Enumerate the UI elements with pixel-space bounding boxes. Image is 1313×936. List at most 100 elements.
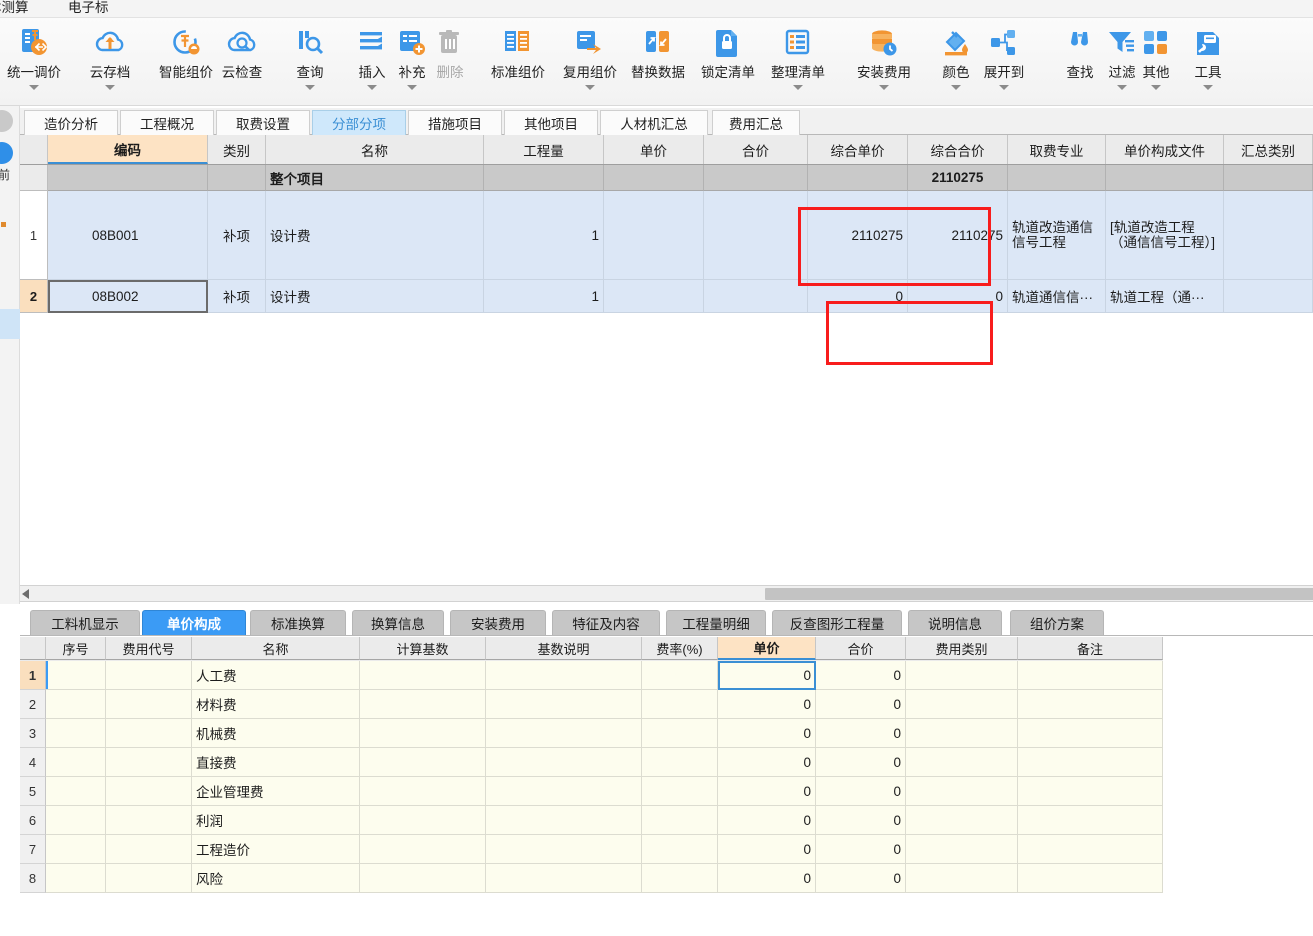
ribbon-button-工具[interactable]: 工具 bbox=[1170, 22, 1246, 104]
chevron-down-icon[interactable] bbox=[879, 85, 889, 90]
detail-cell-unit_price[interactable]: 0 bbox=[718, 661, 816, 690]
cell-price_file[interactable]: 轨道工程（通··· bbox=[1106, 280, 1224, 313]
table-row[interactable]: 6 利润 0 0 bbox=[20, 806, 1163, 835]
table-row[interactable]: 整个项目 2110275 bbox=[20, 165, 1313, 191]
cell-total_price[interactable] bbox=[704, 280, 808, 313]
detail-cell-base_desc[interactable] bbox=[486, 690, 642, 719]
detail-cell-remark[interactable] bbox=[1018, 806, 1163, 835]
table-row[interactable]: 2 材料费 0 0 bbox=[20, 690, 1163, 719]
detail-cell-remark[interactable] bbox=[1018, 864, 1163, 893]
cell-category[interactable]: 补项 bbox=[208, 280, 266, 313]
cell-price_file[interactable]: [轨道改造工程（通信信号工程）] bbox=[1106, 191, 1224, 280]
detail-cell-fee_category[interactable] bbox=[906, 835, 1018, 864]
detail-cell-fee_category[interactable] bbox=[906, 661, 1018, 690]
cell-code[interactable]: 08B001 bbox=[48, 191, 208, 280]
detail-tab-工程量明细[interactable]: 工程量明细 bbox=[666, 610, 766, 635]
cell-summary_category[interactable] bbox=[1224, 191, 1313, 280]
detail-cell-unit_price[interactable]: 0 bbox=[718, 748, 816, 777]
detail-cell-fee_code[interactable] bbox=[106, 690, 192, 719]
item-list-grid[interactable]: 编码 类别 名称 工程量 单价 合价 综合单价 综合合价 取费专业 单价构成文件 汇总类别 整个项目… bbox=[20, 135, 1313, 585]
menu-item-electronic-bid[interactable]: 电子标 bbox=[68, 0, 109, 16]
detail-cell-name[interactable]: 人工费 bbox=[192, 661, 360, 690]
detail-cell-base_desc[interactable] bbox=[486, 806, 642, 835]
detail-cell-base[interactable] bbox=[360, 777, 486, 806]
cell-unit_price[interactable] bbox=[604, 280, 704, 313]
detail-cell-fee_category[interactable] bbox=[906, 806, 1018, 835]
detail-cell-remark[interactable] bbox=[1018, 661, 1163, 690]
detail-tab-安装费用[interactable]: 安装费用 bbox=[450, 610, 546, 635]
column-header-综合单价[interactable]: 综合单价 bbox=[808, 135, 908, 164]
chevron-down-icon[interactable] bbox=[1151, 85, 1161, 90]
detail-cell-unit_price[interactable]: 0 bbox=[718, 777, 816, 806]
column-header-汇总类别[interactable]: 汇总类别 bbox=[1224, 135, 1313, 164]
ribbon-button-云检查[interactable]: 云检查 bbox=[204, 22, 280, 104]
detail-cell-unit_price[interactable]: 0 bbox=[718, 719, 816, 748]
detail-cell-name[interactable]: 机械费 bbox=[192, 719, 360, 748]
detail-cell-unit_price[interactable]: 0 bbox=[718, 835, 816, 864]
detail-cell-remark[interactable] bbox=[1018, 719, 1163, 748]
chevron-down-icon[interactable] bbox=[585, 85, 595, 90]
cell-name[interactable]: 设计费 bbox=[266, 280, 484, 313]
detail-cell-remark[interactable] bbox=[1018, 748, 1163, 777]
table-row[interactable]: 4 直接费 0 0 bbox=[20, 748, 1163, 777]
detail-cell-fee_category[interactable] bbox=[906, 777, 1018, 806]
cell-price_file[interactable] bbox=[1106, 165, 1224, 191]
detail-cell-name[interactable]: 直接费 bbox=[192, 748, 360, 777]
detail-cell-total_price[interactable]: 0 bbox=[816, 690, 906, 719]
ribbon-button-复用组价[interactable]: 复用组价 bbox=[552, 22, 628, 104]
detail-cell-rate[interactable] bbox=[642, 835, 718, 864]
chevron-down-icon[interactable] bbox=[951, 85, 961, 90]
detail-cell-fee_code[interactable] bbox=[106, 661, 192, 690]
cell-code[interactable] bbox=[48, 165, 208, 191]
detail-cell-fee_code[interactable] bbox=[106, 806, 192, 835]
cell-comp_total_price[interactable]: 2110275 bbox=[908, 191, 1008, 280]
chevron-down-icon[interactable] bbox=[305, 85, 315, 90]
detail-cell-name[interactable]: 企业管理费 bbox=[192, 777, 360, 806]
detail-cell-name[interactable]: 工程造价 bbox=[192, 835, 360, 864]
column-header-单价[interactable]: 单价 bbox=[604, 135, 704, 164]
table-row[interactable]: 1 08B001 补项 设计费 1 2110275 2110275 轨道改造通信信号工程 [轨道… bbox=[20, 191, 1313, 280]
detail-cell-unit_price[interactable]: 0 bbox=[718, 864, 816, 893]
ribbon-button-标准组价[interactable]: 标准组价 bbox=[480, 22, 556, 104]
column-header-工程量[interactable]: 工程量 bbox=[484, 135, 604, 164]
detail-column-header-序号[interactable]: 序号 bbox=[46, 637, 106, 660]
column-header-类别[interactable]: 类别 bbox=[208, 135, 266, 164]
main-tab-工程概况[interactable]: 工程概况 bbox=[120, 110, 214, 135]
cell-code[interactable]: 08B002 bbox=[48, 280, 208, 313]
detail-cell-fee_code[interactable] bbox=[106, 748, 192, 777]
chevron-down-icon[interactable] bbox=[1203, 85, 1213, 90]
detail-cell-fee_code[interactable] bbox=[106, 719, 192, 748]
detail-cell-base_desc[interactable] bbox=[486, 864, 642, 893]
row-header[interactable]: 7 bbox=[20, 835, 46, 864]
cell-category[interactable]: 补项 bbox=[208, 191, 266, 280]
detail-cell-rate[interactable] bbox=[642, 690, 718, 719]
detail-cell-total_price[interactable]: 0 bbox=[816, 835, 906, 864]
row-header[interactable] bbox=[20, 165, 48, 191]
detail-cell-fee_code[interactable] bbox=[106, 777, 192, 806]
row-header[interactable]: 1 bbox=[20, 661, 46, 690]
cell-total_price[interactable] bbox=[704, 191, 808, 280]
detail-cell-base_desc[interactable] bbox=[486, 719, 642, 748]
detail-cell-seq[interactable] bbox=[46, 690, 106, 719]
detail-cell-rate[interactable] bbox=[642, 777, 718, 806]
rail-active-dot-icon[interactable] bbox=[0, 142, 13, 164]
detail-column-header-单价[interactable]: 单价 bbox=[718, 637, 816, 660]
detail-cell-name[interactable]: 利润 bbox=[192, 806, 360, 835]
detail-column-header-费率(%)[interactable]: 费率(%) bbox=[642, 637, 718, 660]
column-header-单价构成文件[interactable]: 单价构成文件 bbox=[1106, 135, 1224, 164]
detail-cell-base_desc[interactable] bbox=[486, 777, 642, 806]
cell-unit_price[interactable] bbox=[604, 165, 704, 191]
cell-total_price[interactable] bbox=[704, 165, 808, 191]
chevron-down-icon[interactable] bbox=[999, 85, 1009, 90]
cell-unit_price[interactable] bbox=[604, 191, 704, 280]
detail-tab-单价构成[interactable]: 单价构成 bbox=[142, 610, 246, 635]
detail-column-header-备注[interactable]: 备注 bbox=[1018, 637, 1163, 660]
detail-cell-seq[interactable] bbox=[46, 777, 106, 806]
cell-fee_specialty[interactable]: 轨道通信信··· bbox=[1008, 280, 1106, 313]
table-row[interactable]: 1 人工费 0 0 bbox=[20, 661, 1163, 690]
column-header-综合合价[interactable]: 综合合价 bbox=[908, 135, 1008, 164]
detail-cell-base[interactable] bbox=[360, 864, 486, 893]
cell-quantity[interactable]: 1 bbox=[484, 191, 604, 280]
detail-cell-fee_category[interactable] bbox=[906, 748, 1018, 777]
detail-column-header-基数说明[interactable]: 基数说明 bbox=[486, 637, 642, 660]
